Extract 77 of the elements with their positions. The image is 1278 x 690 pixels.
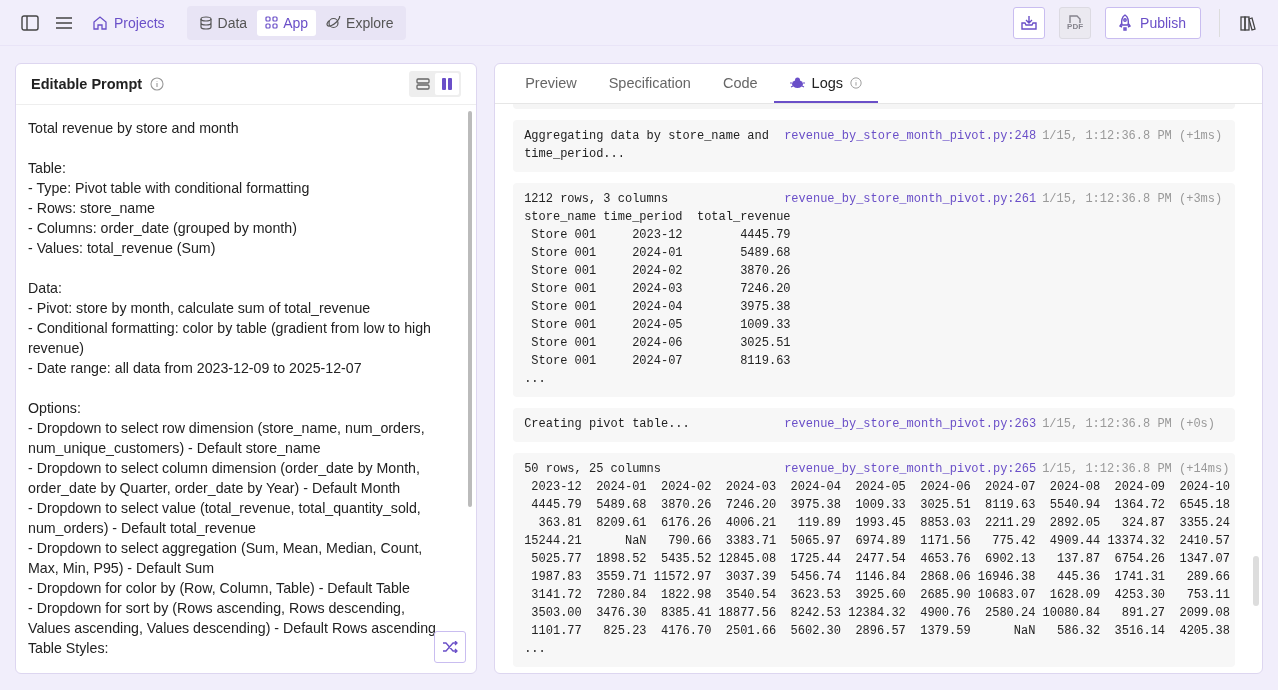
scrollbar-thumb[interactable] bbox=[468, 111, 473, 507]
output-line: Store 001 2024-05 1009.33 bbox=[530, 317, 792, 334]
source-link[interactable]: revenue_by_store_month_pivot.py:265 bbox=[784, 460, 1037, 478]
prompt-line: - Values: total_revenue (Sum) bbox=[28, 239, 217, 258]
source-link[interactable]: revenue_by_store_month_pivot.py:263 bbox=[784, 415, 1037, 433]
document-icon bbox=[1069, 14, 1082, 23]
log-timestamp: 1/15, 1:12:36.8 PM (+3ms) bbox=[1042, 191, 1223, 208]
prompt-line: Data: bbox=[28, 279, 63, 298]
prompt-line: - Dropdown to select aggregation (Sum, Mean, Median, Count, Max, Min, P95) - Default Sum bbox=[28, 539, 424, 578]
output-line: Store 001 2024-04 3975.38 bbox=[530, 299, 792, 316]
shuffle-button[interactable] bbox=[434, 631, 467, 663]
prompt-line: - Pivot: store by month, calculate sum of total_revenue bbox=[28, 299, 372, 318]
prompt-line: - Rows: store_name bbox=[28, 199, 156, 218]
grid-icon bbox=[265, 16, 279, 29]
nav-tab[interactable]: App bbox=[257, 9, 317, 36]
nav-tab[interactable]: Data bbox=[190, 9, 256, 36]
log-timestamp: 1/15, 1:12:36.8 PM (+14ms) bbox=[1042, 461, 1230, 478]
output-line: 1101.77 825.23 4176.70 2501.66 5602.30 2896.57 1379.59 NaN 586.32 3516.14 4205.38 bbox=[530, 623, 1229, 640]
prompt-line: - Dropdown to select value (total_revenue, total_quantity_sold, num_orders) - Default total_revenue bbox=[28, 499, 422, 538]
output-line: 2023-12 2024-01 2024-02 2024-03 2024-04 2024-05 2024-06 2024-07 2024-08 2024-09 2024-10 bbox=[530, 479, 1229, 496]
prompt-line: - Dropdown to select column dimension (order_date by Month, order_date by Quarter, order_date by Year) - Default Month bbox=[28, 459, 421, 498]
output-line: Store 001 2024-07 8119.63 bbox=[530, 353, 792, 370]
download-icon bbox=[1021, 15, 1038, 30]
columns-icon bbox=[441, 77, 454, 91]
output-line: Store 001 2024-06 3025.51 bbox=[530, 335, 792, 352]
output-line: Store 001 2023-12 4445.79 bbox=[530, 227, 792, 244]
prompt-line: Options: bbox=[28, 399, 82, 418]
shuffle-icon bbox=[442, 641, 459, 653]
columns-layout-button[interactable] bbox=[435, 73, 460, 95]
rows-icon bbox=[416, 78, 431, 90]
prompt-line: Table Styles: bbox=[28, 639, 110, 658]
output-tab[interactable]: Preview bbox=[509, 64, 593, 103]
output-line: 15244.21 NaN 790.66 3383.71 5065.97 6974.89 1171.56 775.42 4909.44 13374.32 2410.57 bbox=[524, 533, 1229, 550]
output-line: store_name time_period total_revenue bbox=[524, 209, 792, 226]
source-link[interactable]: revenue_by_store_month_pivot.py:248 bbox=[784, 127, 1037, 163]
output-line: Store 001 2024-03 7246.20 bbox=[530, 281, 792, 298]
bug-icon bbox=[789, 76, 805, 89]
projects-link[interactable]: Projects bbox=[84, 10, 173, 35]
info-icon[interactable] bbox=[150, 77, 165, 91]
output-tab[interactable]: Specification bbox=[592, 64, 707, 103]
prompt-line: - Columns: order_date (grouped by month) bbox=[28, 219, 298, 238]
output-line: 5025.77 1898.52 5435.52 12845.08 1725.44 2477.54 4653.76 6902.13 137.87 6754.26 1347.07 bbox=[530, 551, 1229, 568]
output-tab[interactable]: Code bbox=[706, 64, 774, 103]
log-message: 1212 rows, 3 columns bbox=[524, 191, 670, 208]
prompt-line: - Conditional formatting: color by table (gradient from low to high revenue) bbox=[28, 319, 432, 358]
publish-button[interactable]: Publish bbox=[1105, 6, 1201, 39]
database-icon bbox=[198, 15, 213, 30]
log-message: Creating pivot table... bbox=[524, 416, 691, 433]
output-line: 1987.83 3559.71 11572.97 3037.39 5456.74 1146.84 2868.06 16946.38 445.36 1741.31 289.66 bbox=[530, 569, 1229, 586]
output-line: 4445.79 5489.68 3870.26 7246.20 3975.38 1009.33 3025.51 8119.63 5540.94 1364.72 6545.18 bbox=[530, 497, 1229, 514]
output-line: ... bbox=[524, 641, 547, 658]
output-line: Store 001 2024-02 3870.26 bbox=[530, 263, 792, 280]
prompt-line: - Type: Pivot table with conditional formatting bbox=[28, 179, 311, 198]
log-message: 50 rows, 25 columns bbox=[524, 461, 662, 478]
output-line: 363.81 8209.61 6176.26 4006.21 119.89 1993.45 8853.03 2211.29 2892.05 324.87 3355.24 bbox=[537, 515, 1229, 532]
nav-tab[interactable]: Explore bbox=[318, 9, 402, 36]
prompt-line: Table: bbox=[28, 159, 67, 178]
panel-title: Editable Prompt bbox=[31, 76, 143, 92]
source-link[interactable]: revenue_by_store_month_pivot.py:261 bbox=[784, 190, 1037, 208]
home-icon bbox=[92, 14, 108, 31]
log-message: Aggregating data by store_name and time_period... bbox=[524, 128, 770, 163]
download-button[interactable] bbox=[1013, 6, 1046, 39]
output-line: Store 001 2024-01 5489.68 bbox=[530, 245, 792, 262]
log-timestamp: 1/15, 1:12:36.8 PM (+1ms) bbox=[1042, 128, 1223, 145]
rocket-icon bbox=[1118, 14, 1133, 31]
output-line: 3141.72 7280.84 1822.98 3540.54 3623.53 3925.60 2685.90 10683.07 1628.09 4253.30 753.11 bbox=[530, 587, 1229, 604]
planet-icon bbox=[326, 15, 342, 30]
scrollbar-thumb[interactable] bbox=[1253, 556, 1259, 606]
output-line: ... bbox=[524, 371, 547, 388]
output-line: 3503.00 3476.30 8385.41 18877.56 8242.53 12384.32 4900.76 2580.24 10080.84 891.27 2099.08 bbox=[530, 605, 1229, 622]
info-icon bbox=[850, 76, 863, 89]
prompt-line: Total revenue by store and month bbox=[28, 119, 240, 138]
prompt-line: - Dropdown to select row dimension (store_name, num_orders, num_unique_customers) - Default store_name bbox=[28, 419, 426, 458]
prompt-line: - Dropdown for color by (Row, Column, Table) - Default Table bbox=[28, 579, 411, 598]
prompt-line: - Date range: all data from 2023-12-09 to 2025-12-07 bbox=[28, 359, 363, 378]
log-timestamp: 1/15, 1:12:36.8 PM (+0s) bbox=[1042, 416, 1215, 433]
prompt-line: - Dropdown for sort by (Rows ascending, Rows descending, Values ascending, Values descending) - Default Rows ascending bbox=[28, 599, 437, 638]
